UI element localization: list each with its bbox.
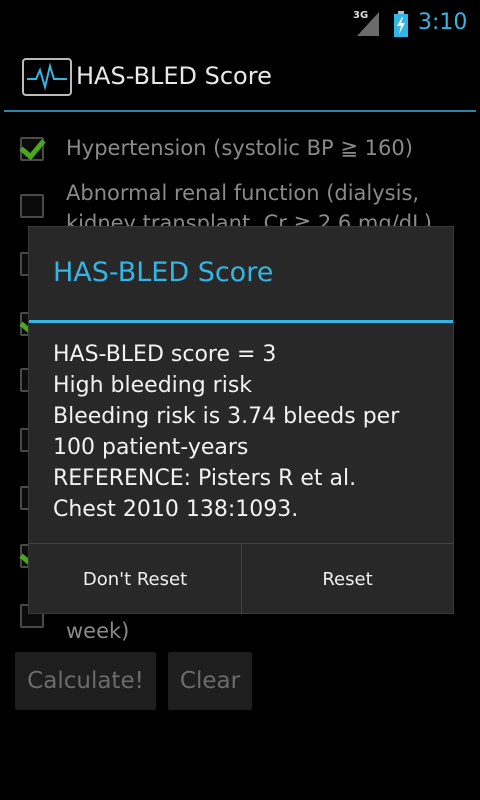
status-bar: 3G 3:10 <box>0 0 480 48</box>
dialog-button-bar: Don't Reset Reset <box>29 543 453 614</box>
checkbox[interactable] <box>20 194 44 218</box>
dialog-message: HAS-BLED score = 3 High bleeding risk Bl… <box>53 339 443 525</box>
risk-item-label: Abnormal renal function (dialysis, <box>66 181 420 205</box>
reset-button[interactable]: Reset <box>242 544 453 614</box>
action-bar: HAS-BLED Score <box>0 48 480 110</box>
result-dialog: HAS-BLED Score HAS-BLED score = 3 High b… <box>28 226 454 614</box>
calculate-button[interactable]: Calculate! <box>15 652 156 710</box>
dialog-message-line: REFERENCE: Pisters R et al. <box>53 466 357 491</box>
dialog-message-line: 100 patient-years <box>53 435 249 460</box>
clear-button[interactable]: Clear <box>168 652 252 710</box>
dont-reset-button[interactable]: Don't Reset <box>29 544 241 614</box>
action-bar-divider <box>4 110 476 112</box>
dialog-message-line: High bleeding risk <box>53 373 253 398</box>
dialog-message-line: Bleeding risk is 3.74 bleeds per <box>53 404 400 429</box>
dialog-title: HAS-BLED Score <box>53 257 274 288</box>
clock: 3:10 <box>418 10 468 35</box>
dialog-message-line: HAS-BLED score = 3 <box>53 342 277 367</box>
dialog-message-line: Chest 2010 138:1093. <box>53 497 299 522</box>
dialog-title-divider <box>29 320 453 323</box>
checkbox[interactable] <box>20 137 44 161</box>
app-title: HAS-BLED Score <box>76 62 272 90</box>
risk-item-label: Hypertension (systolic BP ≧ 160) <box>66 136 413 160</box>
battery-charging-icon <box>394 11 408 37</box>
heart-monitor-icon[interactable] <box>22 58 72 96</box>
signal-strength-icon <box>357 12 379 36</box>
risk-item-label-line2: week) <box>66 619 130 643</box>
